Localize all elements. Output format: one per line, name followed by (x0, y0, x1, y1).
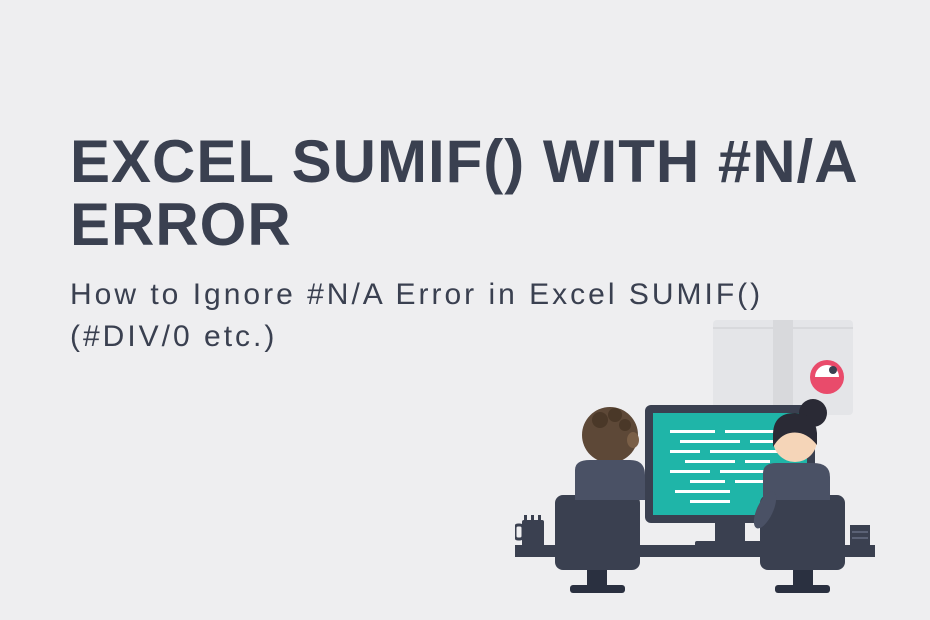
page-title: EXCEL SUMIF() WITH #N/A ERROR (70, 130, 860, 256)
people-at-computer-illustration (515, 315, 875, 595)
